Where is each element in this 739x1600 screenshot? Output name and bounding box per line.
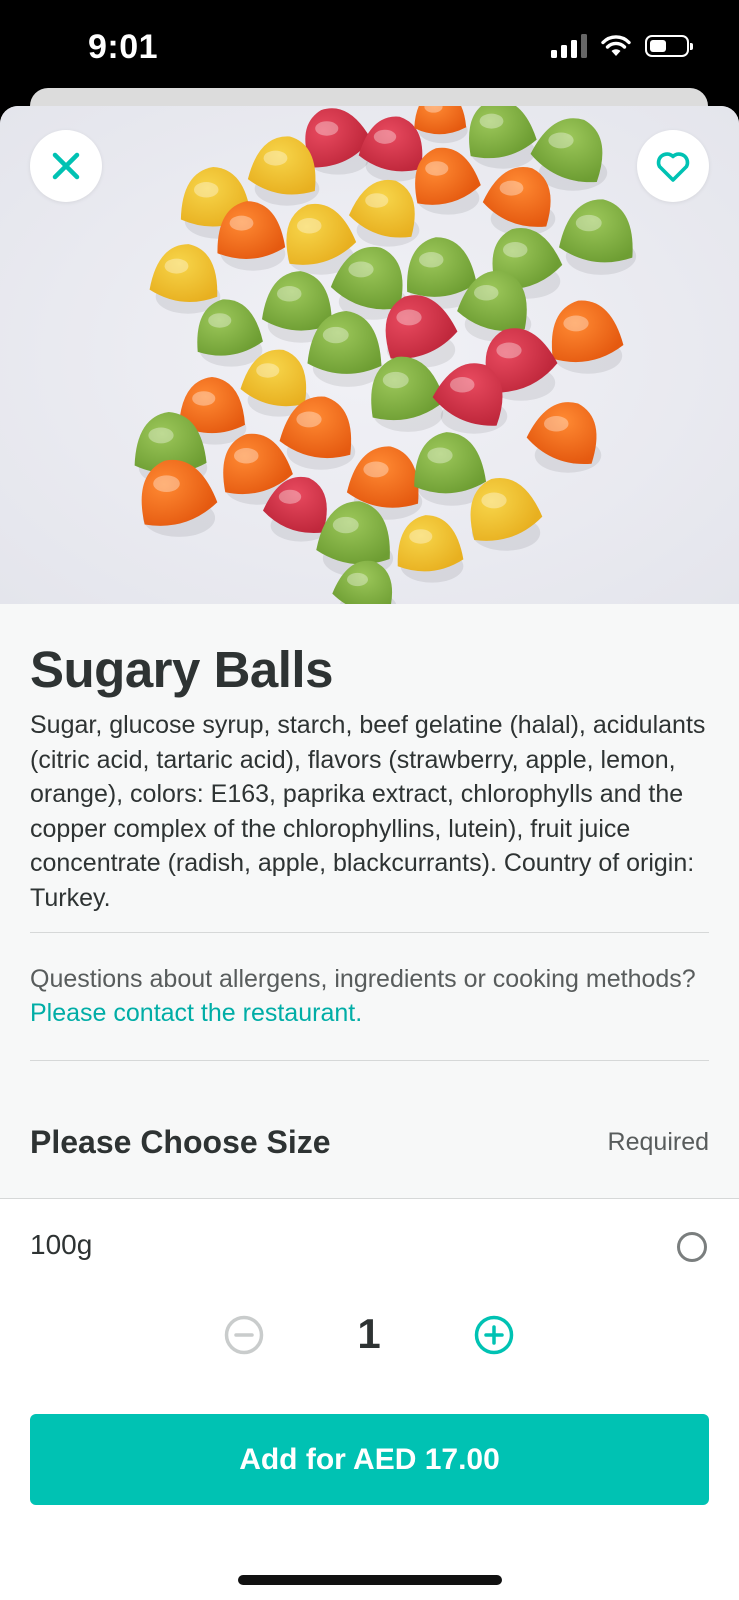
candy-highlight [474, 285, 499, 301]
candy-highlight [544, 416, 569, 432]
candy-highlight [427, 447, 453, 464]
candy-highlight [548, 132, 574, 149]
add-to-cart-footer: 1 Add for AED 17.00 [0, 1262, 739, 1600]
candy-highlight [192, 391, 216, 406]
candy-highlight [194, 182, 219, 198]
status-time: 9:01 [88, 28, 159, 66]
candy-highlight [479, 113, 504, 129]
status-icons [551, 34, 693, 58]
candy-highlight [409, 529, 433, 544]
favorite-button[interactable] [637, 130, 709, 202]
candy-highlight [496, 342, 522, 359]
candy-illustration [134, 106, 637, 604]
gumdrop-candy [414, 432, 487, 494]
plus-circle-icon[interactable] [473, 1314, 515, 1356]
product-image [0, 106, 739, 604]
candy-highlight [503, 242, 528, 258]
candy-highlight [499, 180, 524, 196]
allergen-text: Questions about allergens, ingredients o… [30, 965, 696, 993]
radio-icon[interactable] [677, 1232, 707, 1262]
home-indicator [238, 1575, 502, 1585]
status-bar: 9:01 [0, 0, 739, 100]
candy-highlight [164, 258, 189, 274]
required-label: Required [607, 1128, 709, 1156]
wifi-icon [601, 35, 631, 56]
candy-highlight [256, 363, 280, 378]
candy-highlight [278, 489, 302, 504]
size-section-title: Please Choose Size [30, 1124, 331, 1160]
candy-highlight [348, 261, 374, 278]
allergen-info: Questions about allergens, ingredients o… [30, 962, 709, 1030]
candy-highlight [365, 193, 389, 208]
candy-highlight [263, 150, 288, 166]
candy-highlight [347, 572, 368, 587]
product-title: Sugary Balls [30, 641, 333, 698]
candy-highlight [382, 371, 409, 389]
candy-highlight [315, 121, 339, 136]
candy-highlight [563, 315, 589, 332]
candy-highlight [297, 218, 322, 234]
cellular-signal-icon [551, 34, 587, 58]
size-option-label: 100g [30, 1229, 93, 1260]
candy-highlight [229, 215, 254, 231]
contact-restaurant-link[interactable]: Please contact the restaurant. [30, 999, 362, 1027]
candy-highlight [575, 214, 602, 232]
battery-icon [645, 35, 693, 57]
candy-highlight [373, 129, 397, 144]
divider [30, 1060, 709, 1061]
close-icon [52, 152, 80, 180]
candy-highlight [396, 309, 422, 326]
minus-circle-icon[interactable] [223, 1314, 265, 1356]
heart-icon [656, 152, 690, 182]
product-description: Sugar, glucose syrup, starch, beef gelat… [30, 711, 706, 912]
candy-highlight [296, 411, 322, 428]
candy-highlight [322, 326, 349, 344]
candy-highlight [234, 448, 259, 464]
close-button[interactable] [30, 130, 102, 202]
candy-highlight [481, 492, 507, 509]
candy-highlight [425, 161, 449, 176]
candy-highlight [332, 516, 359, 534]
candy-highlight [148, 427, 174, 444]
candy-highlight [153, 475, 180, 493]
candy-highlight [208, 313, 232, 328]
candy-highlight [419, 252, 444, 268]
divider [30, 932, 709, 933]
quantity-value: 1 [357, 1310, 381, 1357]
candy-highlight [363, 461, 389, 478]
candy-highlight [450, 377, 475, 393]
add-to-basket-button[interactable]: Add for AED 17.00 [30, 1414, 709, 1505]
candy-highlight [277, 286, 302, 302]
